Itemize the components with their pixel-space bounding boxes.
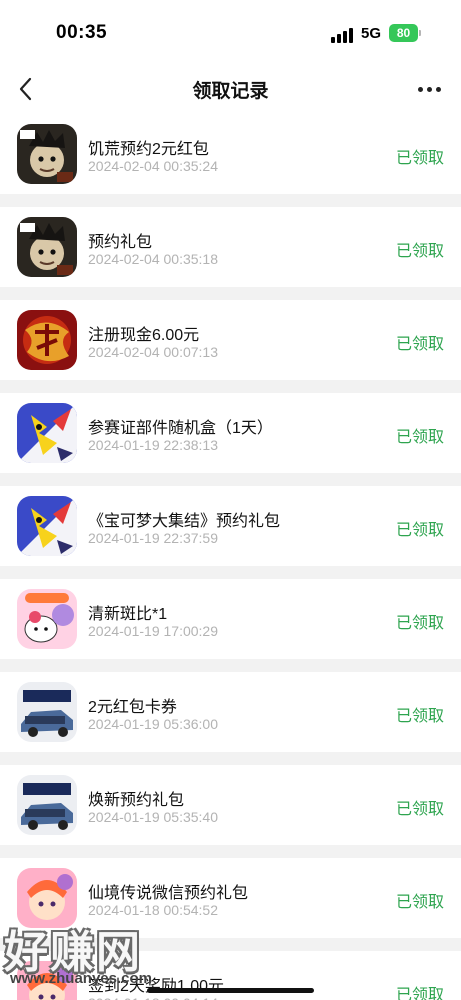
record-timestamp: 2024-01-19 17:00:29 xyxy=(88,623,218,639)
record-name: 清新斑比*1 xyxy=(88,606,168,623)
battery-icon: 80 xyxy=(389,24,421,42)
claimed-status: 已领取 xyxy=(395,243,444,260)
home-indicator[interactable] xyxy=(147,988,314,993)
network-type: 5G xyxy=(361,25,382,42)
claim-record-card[interactable]: 注册现金6.00元 2024-02-04 00:07:13 已领取 xyxy=(0,300,461,380)
claim-record-card[interactable]: 预约礼包 2024-02-04 00:35:18 已领取 xyxy=(0,207,461,287)
record-timestamp: 2024-02-04 00:35:18 xyxy=(88,251,218,267)
claim-record-card[interactable]: 参赛证部件随机盒（1天） 2024-01-19 22:38:13 已领取 xyxy=(0,393,461,473)
watermark-url: www.zhuanyes.com xyxy=(10,970,152,987)
record-timestamp: 2024-01-19 05:36:00 xyxy=(88,716,218,732)
page-title: 领取记录 xyxy=(192,81,269,102)
claimed-status: 已领取 xyxy=(395,522,444,539)
claimed-status: 已领取 xyxy=(395,894,444,911)
pokemon-unite-game-icon xyxy=(17,403,77,463)
need-for-speed-game-icon xyxy=(17,775,77,835)
record-name: 2元红包卡券 xyxy=(88,699,177,716)
claim-record-card[interactable]: 焕新预约礼包 2024-01-19 05:35:40 已领取 xyxy=(0,765,461,845)
dont-starve-game-icon xyxy=(17,217,77,277)
record-name: 注册现金6.00元 xyxy=(88,327,200,344)
record-name: 《宝可梦大集结》预约礼包 xyxy=(88,513,281,530)
claimed-status: 已领取 xyxy=(395,429,444,446)
status-time: 00:35 xyxy=(56,22,108,43)
claim-record-card[interactable]: 饥荒预约2元红包 2024-02-04 00:35:24 已领取 xyxy=(0,114,461,194)
claimed-status: 已领取 xyxy=(395,987,444,1000)
battery-level: 80 xyxy=(389,24,418,42)
record-timestamp: 2024-02-04 00:35:24 xyxy=(88,158,218,174)
claim-record-card[interactable]: 《宝可梦大集结》预约礼包 2024-01-19 22:37:59 已领取 xyxy=(0,486,461,566)
hello-kitty-game-icon xyxy=(17,589,77,649)
more-dots-icon[interactable] xyxy=(415,76,443,102)
record-name: 饥荒预约2元红包 xyxy=(88,141,209,158)
claimed-status: 已领取 xyxy=(395,615,444,632)
nav-bar: 领取记录 xyxy=(0,64,461,114)
need-for-speed-game-icon xyxy=(17,682,77,742)
tianlong-game-icon xyxy=(17,310,77,370)
status-bar: 00:35 5G 80 xyxy=(0,0,461,64)
pokemon-unite-game-icon xyxy=(17,496,77,556)
claimed-status: 已领取 xyxy=(395,708,444,725)
record-name: 仙境传说微信预约礼包 xyxy=(88,885,249,902)
claimed-status: 已领取 xyxy=(395,801,444,818)
record-timestamp: 2024-01-19 22:38:13 xyxy=(88,437,218,453)
record-timestamp: 2024-01-19 22:37:59 xyxy=(88,530,218,546)
record-name: 焕新预约礼包 xyxy=(88,792,185,809)
record-timestamp: 2024-01-19 05:35:40 xyxy=(88,809,218,825)
record-timestamp: 2024-02-04 00:07:13 xyxy=(88,344,218,360)
claimed-status: 已领取 xyxy=(395,336,444,353)
claim-record-card[interactable]: 清新斑比*1 2024-01-19 17:00:29 已领取 xyxy=(0,579,461,659)
dont-starve-game-icon xyxy=(17,124,77,184)
record-name: 预约礼包 xyxy=(88,234,153,251)
claimed-status: 已领取 xyxy=(395,150,444,167)
record-name: 参赛证部件随机盒（1天） xyxy=(88,420,273,437)
cellular-signal-icon xyxy=(331,27,353,43)
claim-record-card[interactable]: 2元红包卡券 2024-01-19 05:36:00 已领取 xyxy=(0,672,461,752)
site-watermark: 好赚网 www.zhuanyes.com xyxy=(0,912,210,1000)
